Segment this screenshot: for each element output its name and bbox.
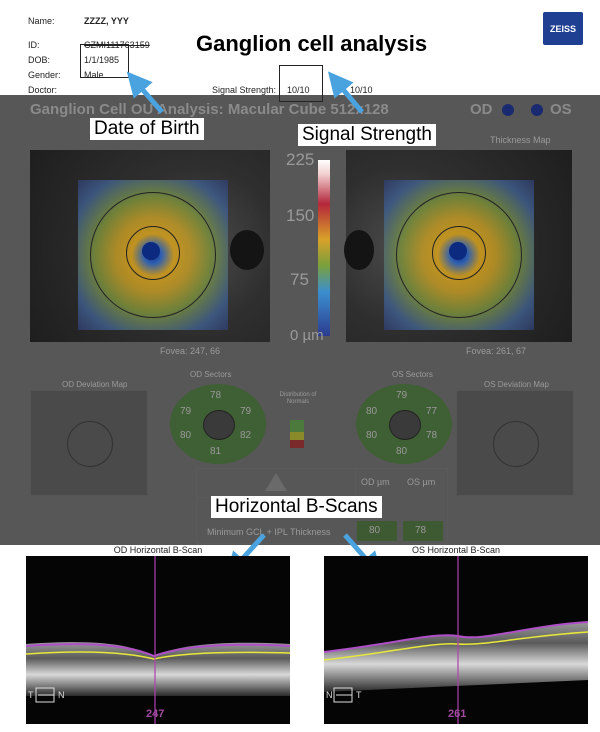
od-temporal-label: T — [28, 690, 34, 700]
od-nasal-label: N — [58, 690, 65, 700]
os-bscan-graphic — [324, 556, 588, 724]
od-bscan-graphic — [26, 556, 290, 724]
os-retina-tissue — [324, 622, 588, 692]
annotation-signal: Signal Strength — [298, 124, 436, 146]
os-nasal-label: N — [326, 690, 333, 700]
dob-arrow-icon — [126, 71, 164, 114]
annotation-dob: Date of Birth — [90, 118, 204, 140]
annotation-bscans: Horizontal B-Scans — [211, 496, 382, 518]
od-scan-position: 247 — [146, 708, 165, 720]
od-bscan-image: T N 247 — [26, 556, 290, 724]
od-bscan-caption: OD Horizontal B-Scan — [113, 545, 203, 555]
os-temporal-label: T — [356, 690, 362, 700]
os-bscan-image: N T 261 — [324, 556, 588, 724]
os-bscan-caption: OS Horizontal B-Scan — [411, 545, 501, 555]
od-retina-tissue — [26, 642, 290, 696]
signal-arrow-icon — [327, 71, 364, 114]
os-scan-position: 261 — [448, 708, 467, 720]
